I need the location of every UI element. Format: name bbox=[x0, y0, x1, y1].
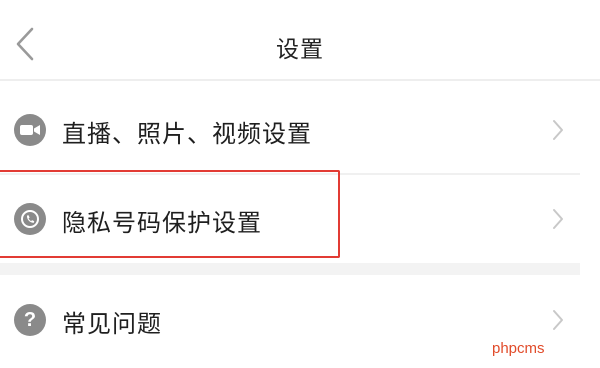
chevron-right-icon bbox=[548, 205, 568, 233]
chevron-right-icon bbox=[548, 116, 568, 144]
watermark: phpcms bbox=[492, 340, 545, 357]
phone-shield-icon bbox=[14, 203, 46, 235]
settings-item-label: 隐私号码保护设置 bbox=[62, 209, 262, 237]
nav-bar: 设置 bbox=[0, 0, 600, 82]
header-divider bbox=[0, 79, 600, 81]
settings-item-label: 常见问题 bbox=[62, 310, 162, 338]
settings-item-label: 直播、照片、视频设置 bbox=[62, 120, 312, 148]
settings-item-privacy-number[interactable]: 隐私号码保护设置 bbox=[0, 175, 600, 263]
video-camera-icon bbox=[14, 114, 46, 146]
page-title: 设置 bbox=[276, 37, 324, 63]
section-gap bbox=[0, 263, 580, 275]
question-icon: ? bbox=[14, 304, 46, 336]
settings-screen: 设置 直播、照片、视频设置 隐私号码保护设置 ? 常见问题 phpcms bbox=[0, 0, 600, 368]
chevron-right-icon bbox=[548, 306, 568, 334]
settings-item-live-photo-video[interactable]: 直播、照片、视频设置 bbox=[0, 86, 600, 174]
